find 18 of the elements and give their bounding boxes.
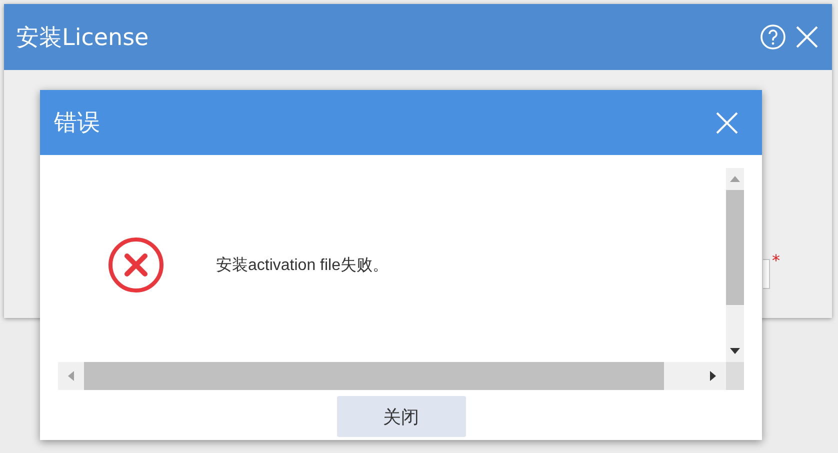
scroll-right-icon[interactable] [710,371,716,381]
dialog-title: 错误 [54,109,101,138]
window-title: 安装License [16,24,150,52]
vertical-scrollbar[interactable] [726,168,744,362]
scroll-up-icon[interactable] [730,176,740,182]
input-field[interactable] [763,259,770,289]
close-icon [795,25,819,49]
error-icon [108,237,164,293]
scroll-down-icon[interactable] [730,348,740,354]
help-button[interactable] [758,22,788,52]
error-message: 安装activation file失败。 [216,256,388,276]
scroll-left-icon[interactable] [68,371,74,381]
help-icon [760,24,786,50]
scrollbar-corner [726,362,744,390]
horizontal-scrollbar[interactable] [58,362,726,390]
close-dialog-button[interactable]: 关闭 [336,396,466,437]
required-mark: * [772,253,780,272]
close-icon [715,110,739,134]
